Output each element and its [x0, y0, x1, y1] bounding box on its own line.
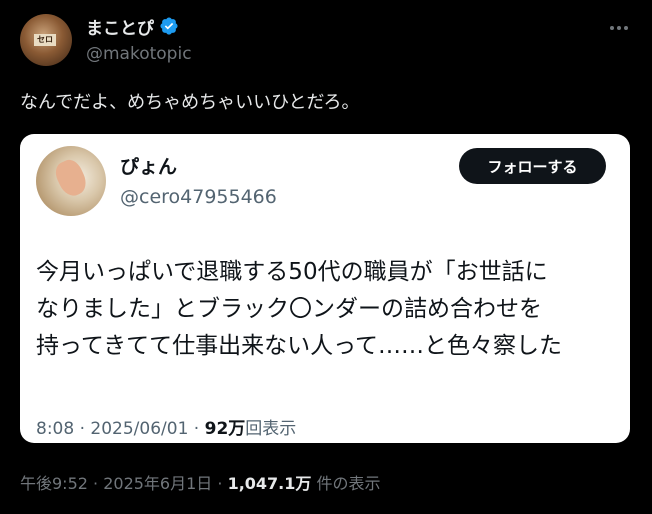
author-display-name[interactable]: まことぴ — [86, 14, 154, 39]
tweet-views-label: 件の表示 — [316, 474, 381, 493]
verified-badge-icon — [160, 17, 178, 35]
quoted-text-line: 今月いっぱいで退職する50代の職員が「お世話に — [36, 259, 548, 285]
author-name-row: まことぴ — [86, 14, 179, 39]
tweet-meta: 午後9:52 · 2025年6月1日 · 1,047.1万 件の表示 — [20, 474, 381, 493]
quoted-tweet-text: 今月いっぱいで退職する50代の職員が「お世話に なりました」とブラック〇ンダーの… — [36, 254, 626, 365]
quoted-time[interactable]: 8:08 — [36, 419, 74, 439]
tweet-date[interactable]: 2025年6月1日 — [103, 474, 212, 493]
quoted-author-handle[interactable]: @cero47955466 — [120, 186, 277, 208]
quoted-date[interactable]: 2025/06/01 — [90, 419, 188, 439]
quoted-tweet-card[interactable]: ぴょん @cero47955466 フォローする 今月いっぱいで退職する50代の… — [20, 134, 630, 443]
quoted-tweet-meta: 8:08 · 2025/06/01 · 92万回表示 — [36, 419, 297, 439]
tweet-time[interactable]: 午後9:52 — [20, 474, 88, 493]
quoted-text-line: なりました」とブラック〇ンダーの詰め合わせを — [36, 296, 542, 322]
quoted-views-label: 回表示 — [245, 419, 297, 439]
avatar-sign: セロ — [34, 34, 56, 46]
more-options-icon[interactable] — [604, 16, 634, 40]
author-avatar[interactable]: セロ — [20, 14, 72, 66]
quoted-views-count: 92万 — [204, 419, 246, 439]
quoted-author-display-name[interactable]: ぴょん — [120, 152, 177, 179]
author-handle[interactable]: @makotopic — [86, 44, 192, 64]
tweet-views-count: 1,047.1万 — [227, 474, 312, 493]
tweet-text: なんでだよ、めちゃめちゃいいひとだろ。 — [20, 92, 360, 113]
follow-button[interactable]: フォローする — [459, 148, 606, 184]
quoted-author-avatar[interactable] — [36, 146, 106, 216]
quoted-text-line: 持ってきてて仕事出来ない人って……と色々察した — [36, 333, 563, 359]
